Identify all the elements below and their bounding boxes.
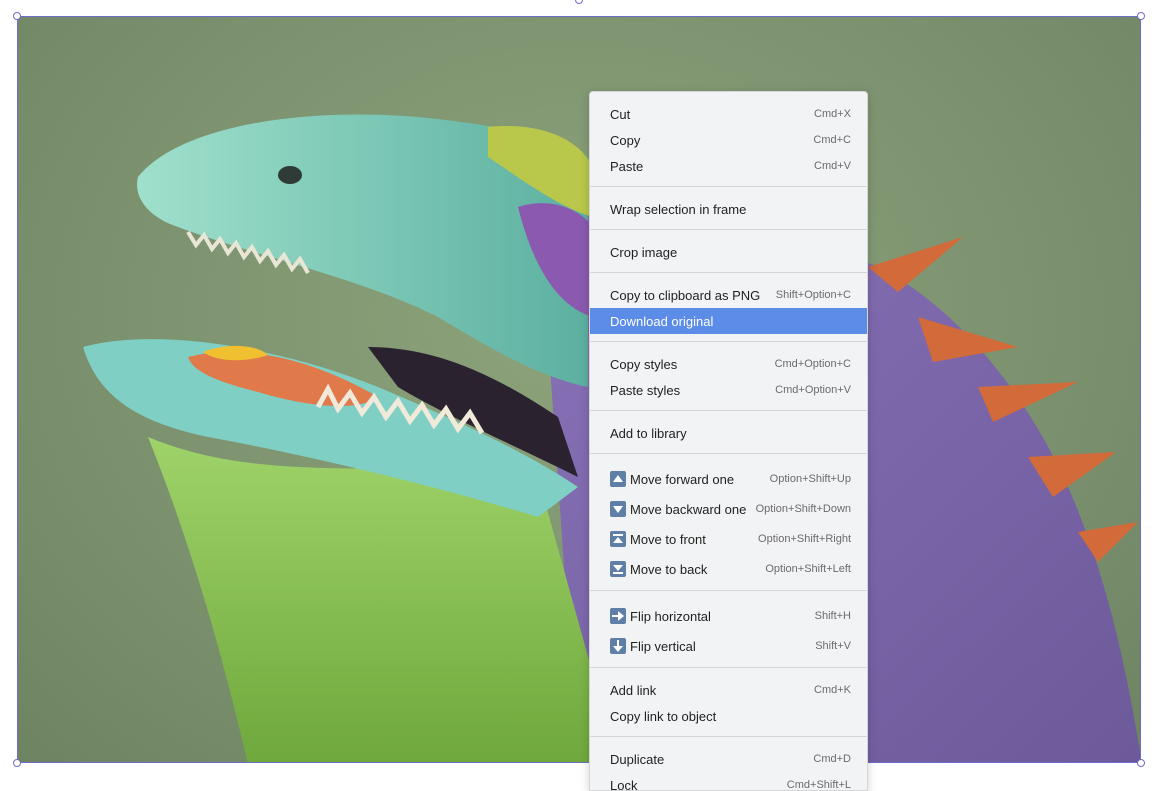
menu-separator	[590, 341, 867, 342]
lizard-photo	[18, 17, 1141, 763]
menu-item-shortcut: Cmd+C	[813, 134, 851, 146]
menu-item-lock[interactable]: Lock Cmd+Shift+L	[590, 772, 867, 791]
menu-item-duplicate[interactable]: Duplicate Cmd+D	[590, 746, 867, 772]
menu-item-shortcut: Shift+V	[815, 640, 851, 652]
bring-to-front-icon	[610, 531, 626, 547]
menu-item-copy-link-to-object[interactable]: Copy link to object	[590, 703, 867, 729]
menu-separator	[590, 667, 867, 668]
menu-item-label: Copy	[610, 133, 640, 148]
arrow-up-icon	[610, 471, 626, 487]
menu-item-copy-styles[interactable]: Copy styles Cmd+Option+C	[590, 351, 867, 377]
menu-item-flip-horizontal[interactable]: Flip horizontal Shift+H	[590, 601, 867, 631]
menu-separator	[590, 453, 867, 454]
menu-item-shortcut: Cmd+D	[813, 753, 851, 765]
menu-item-shortcut: Shift+H	[815, 610, 851, 622]
menu-item-add-to-library[interactable]: Add to library	[590, 420, 867, 446]
menu-separator	[590, 272, 867, 273]
menu-item-wrap-in-frame[interactable]: Wrap selection in frame	[590, 196, 867, 222]
menu-item-label: Cut	[610, 107, 630, 122]
menu-separator	[590, 736, 867, 737]
menu-item-shortcut: Cmd+Option+C	[775, 358, 851, 370]
menu-separator	[590, 590, 867, 591]
menu-item-label: Lock	[610, 778, 637, 791]
resize-handle-bottom-left[interactable]	[13, 759, 21, 767]
menu-item-shortcut: Cmd+X	[814, 108, 851, 120]
menu-item-shortcut: Cmd+K	[814, 684, 851, 696]
selected-image[interactable]	[17, 16, 1141, 763]
flip-horizontal-icon	[610, 608, 626, 624]
menu-item-label: Flip horizontal	[630, 609, 711, 624]
context-menu: Cut Cmd+X Copy Cmd+C Paste Cmd+V Wrap se…	[589, 91, 868, 791]
menu-item-label: Crop image	[610, 245, 677, 260]
menu-item-shortcut: Cmd+V	[814, 160, 851, 172]
menu-item-add-link[interactable]: Add link Cmd+K	[590, 677, 867, 703]
resize-handle-top-right[interactable]	[1137, 12, 1145, 20]
menu-item-label: Move to back	[630, 562, 707, 577]
menu-item-crop-image[interactable]: Crop image	[590, 239, 867, 265]
send-to-back-icon	[610, 561, 626, 577]
menu-item-label: Add link	[610, 683, 656, 698]
menu-item-shortcut: Shift+Option+C	[776, 289, 851, 301]
menu-item-move-to-front[interactable]: Move to front Option+Shift+Right	[590, 524, 867, 554]
menu-item-shortcut: Cmd+Option+V	[775, 384, 851, 396]
menu-item-copy[interactable]: Copy Cmd+C	[590, 127, 867, 153]
menu-item-shortcut: Cmd+Shift+L	[787, 779, 851, 791]
menu-separator	[590, 229, 867, 230]
menu-item-label: Copy link to object	[610, 709, 716, 724]
menu-item-download-original[interactable]: Download original	[590, 308, 867, 334]
menu-item-move-backward-one[interactable]: Move backward one Option+Shift+Down	[590, 494, 867, 524]
menu-item-label: Move backward one	[630, 502, 746, 517]
arrow-down-icon	[610, 501, 626, 517]
menu-item-shortcut: Option+Shift+Up	[770, 473, 851, 485]
menu-separator	[590, 410, 867, 411]
flip-vertical-icon	[610, 638, 626, 654]
menu-item-move-to-back[interactable]: Move to back Option+Shift+Left	[590, 554, 867, 584]
menu-item-label: Add to library	[610, 426, 687, 441]
menu-item-shortcut: Option+Shift+Down	[756, 503, 851, 515]
menu-item-shortcut: Option+Shift+Left	[765, 563, 851, 575]
menu-item-copy-as-png[interactable]: Copy to clipboard as PNG Shift+Option+C	[590, 282, 867, 308]
menu-item-label: Flip vertical	[630, 639, 696, 654]
menu-item-label: Duplicate	[610, 752, 664, 767]
menu-item-label: Download original	[610, 314, 713, 329]
menu-item-label: Copy styles	[610, 357, 677, 372]
menu-item-paste-styles[interactable]: Paste styles Cmd+Option+V	[590, 377, 867, 403]
resize-handle-bottom-right[interactable]	[1137, 759, 1145, 767]
menu-item-flip-vertical[interactable]: Flip vertical Shift+V	[590, 631, 867, 661]
menu-item-label: Paste	[610, 159, 643, 174]
resize-handle-top-left[interactable]	[13, 12, 21, 20]
resize-handle-top-center[interactable]	[575, 0, 583, 4]
menu-item-paste[interactable]: Paste Cmd+V	[590, 153, 867, 179]
menu-item-label: Move forward one	[630, 472, 734, 487]
menu-item-label: Move to front	[630, 532, 706, 547]
menu-item-cut[interactable]: Cut Cmd+X	[590, 101, 867, 127]
menu-item-label: Copy to clipboard as PNG	[610, 288, 760, 303]
menu-item-label: Wrap selection in frame	[610, 202, 746, 217]
menu-item-move-forward-one[interactable]: Move forward one Option+Shift+Up	[590, 464, 867, 494]
menu-item-label: Paste styles	[610, 383, 680, 398]
menu-separator	[590, 186, 867, 187]
menu-item-shortcut: Option+Shift+Right	[758, 533, 851, 545]
